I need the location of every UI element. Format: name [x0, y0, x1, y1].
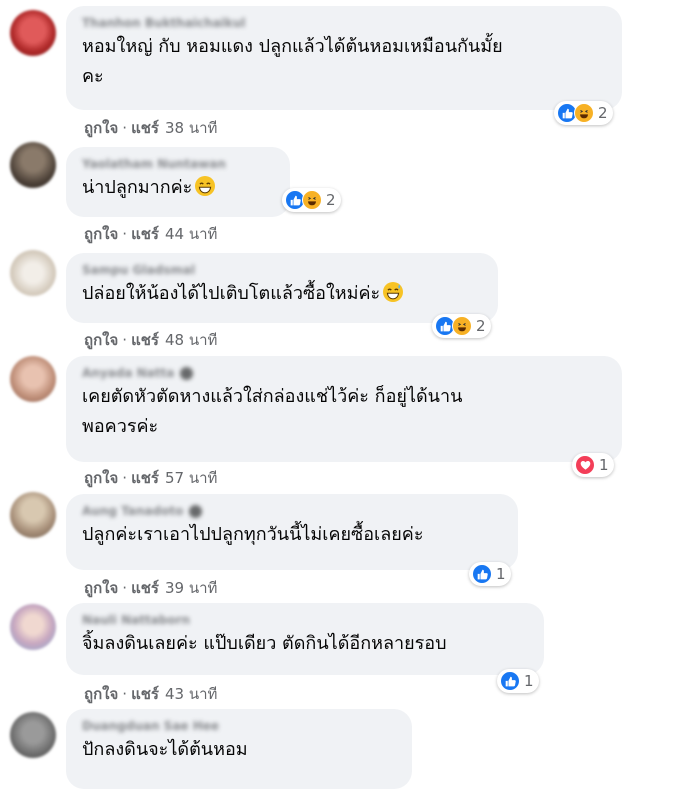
commenter-name[interactable]: Anyada Natta [82, 364, 608, 382]
comment-actions: ถูกใจ · แชร์ 39 นาที [84, 576, 217, 600]
comment-actions: ถูกใจ · แชร์ 38 นาที [84, 116, 217, 140]
share-link[interactable]: แชร์ [131, 119, 159, 137]
timestamp[interactable]: 39 นาที [165, 579, 217, 597]
commenter-name[interactable]: Aung Tanadoto [82, 502, 504, 520]
share-link[interactable]: แชร์ [131, 225, 159, 243]
timestamp[interactable]: 48 นาที [165, 331, 217, 349]
comment-text: น่าปลูกมากค่ะ [82, 173, 276, 206]
comment-bubble: Thanhon Bukthaichaikul หอมใหญ่ กับ หอมแด… [66, 6, 622, 110]
separator-dot: · [122, 331, 128, 349]
avatar[interactable] [10, 604, 56, 650]
separator-dot: · [122, 579, 128, 597]
timestamp[interactable]: 38 นาที [165, 119, 217, 137]
avatar[interactable] [10, 712, 56, 758]
commenter-name-text[interactable]: Aung Tanadoto [82, 504, 183, 518]
sweat-smile-emoji-icon [383, 282, 404, 312]
reaction-count: 2 [326, 191, 336, 209]
comment-bubble: Sampu Gladsmal ปล่อยให้น้องได้ไปเติบโตแล… [66, 253, 498, 323]
commenter-name-text[interactable]: Anyada Natta [82, 366, 174, 380]
love-reaction-icon [575, 455, 595, 475]
badge-icon [189, 505, 203, 518]
commenter-name[interactable]: Nauli Nattaborn [82, 611, 530, 629]
share-link[interactable]: แชร์ [131, 685, 159, 703]
share-link[interactable]: แชร์ [131, 469, 159, 487]
avatar[interactable] [10, 356, 56, 402]
avatar[interactable] [10, 10, 56, 56]
reaction-summary[interactable]: 1 [572, 453, 614, 477]
commenter-name[interactable]: Duangduan Sae Hee [82, 717, 398, 735]
like-reaction-icon [500, 671, 520, 691]
reaction-count: 2 [476, 317, 486, 335]
reaction-count: 2 [598, 104, 608, 122]
commenter-name[interactable]: Yaolatham Nuntawan [82, 155, 276, 173]
reaction-summary[interactable]: 1 [469, 562, 511, 586]
comment-bubble: Nauli Nattaborn จิ้มลงดินเลยค่ะ แป๊บเดีย… [66, 603, 544, 675]
comment-actions: ถูกใจ · แชร์ 48 นาที [84, 328, 217, 352]
reaction-summary[interactable]: 2 [282, 188, 341, 212]
like-link[interactable]: ถูกใจ [84, 225, 118, 243]
haha-reaction-icon [574, 103, 594, 123]
separator-dot: · [122, 225, 128, 243]
comment-text: หอมใหญ่ กับ หอมแดง ปลูกแล้วได้ต้นหอมเหมื… [82, 36, 503, 87]
reaction-count: 1 [599, 456, 609, 474]
separator-dot: · [122, 469, 128, 487]
comment-bubble: Anyada Natta เคยตัดหัวตัดหางแล้วใส่กล่อง… [66, 356, 622, 462]
comment-text: ปักลงดินจะได้ต้นหอม [82, 739, 248, 760]
like-link[interactable]: ถูกใจ [84, 469, 118, 487]
comment-bubble: Yaolatham Nuntawan น่าปลูกมากค่ะ [66, 147, 290, 217]
avatar[interactable] [10, 142, 56, 188]
separator-dot: · [122, 685, 128, 703]
commenter-name[interactable]: Thanhon Bukthaichaikul [82, 14, 608, 32]
reaction-summary[interactable]: 2 [554, 101, 613, 125]
timestamp[interactable]: 57 นาที [165, 469, 217, 487]
comment-text: จิ้มลงดินเลยค่ะ แป๊บเดียว ตัดกินได้อีกหล… [82, 633, 447, 654]
comment-bubble: Duangduan Sae Hee ปักลงดินจะได้ต้นหอม [66, 709, 412, 789]
like-link[interactable]: ถูกใจ [84, 119, 118, 137]
comment-text-body: ปล่อยให้น้องได้ไปเติบโตแล้วซื้อใหม่ค่ะ [82, 283, 381, 304]
haha-reaction-icon [302, 190, 322, 210]
reaction-count: 1 [524, 672, 534, 690]
comment-text: เคยตัดหัวตัดหางแล้วใส่กล่องแช่ไว้ค่ะ ก็อ… [82, 386, 463, 437]
badge-icon [180, 367, 194, 380]
like-reaction-icon [472, 564, 492, 584]
timestamp[interactable]: 43 นาที [165, 685, 217, 703]
grin-emoji-icon [195, 176, 216, 206]
separator-dot: · [122, 119, 128, 137]
avatar[interactable] [10, 250, 56, 296]
comment-text: ปล่อยให้น้องได้ไปเติบโตแล้วซื้อใหม่ค่ะ [82, 279, 484, 312]
share-link[interactable]: แชร์ [131, 331, 159, 349]
comment-actions: ถูกใจ · แชร์ 57 นาที [84, 466, 217, 490]
reaction-count: 1 [496, 565, 506, 583]
reaction-summary[interactable]: 2 [432, 314, 491, 338]
timestamp[interactable]: 44 นาที [165, 225, 217, 243]
commenter-name[interactable]: Sampu Gladsmal [82, 261, 484, 279]
reaction-summary[interactable]: 1 [497, 669, 539, 693]
like-link[interactable]: ถูกใจ [84, 331, 118, 349]
avatar[interactable] [10, 492, 56, 538]
comment-text: ปลูกค่ะเราเอาไปปลูกทุกวันนี้ไม่เคยซื้อเล… [82, 524, 424, 545]
comment-actions: ถูกใจ · แชร์ 44 นาที [84, 222, 217, 246]
haha-reaction-icon [452, 316, 472, 336]
share-link[interactable]: แชร์ [131, 579, 159, 597]
comment-bubble: Aung Tanadoto ปลูกค่ะเราเอาไปปลูกทุกวันน… [66, 494, 518, 570]
comment-actions: ถูกใจ · แชร์ 43 นาที [84, 682, 217, 706]
like-link[interactable]: ถูกใจ [84, 685, 118, 703]
like-link[interactable]: ถูกใจ [84, 579, 118, 597]
comment-text-body: น่าปลูกมากค่ะ [82, 177, 193, 198]
